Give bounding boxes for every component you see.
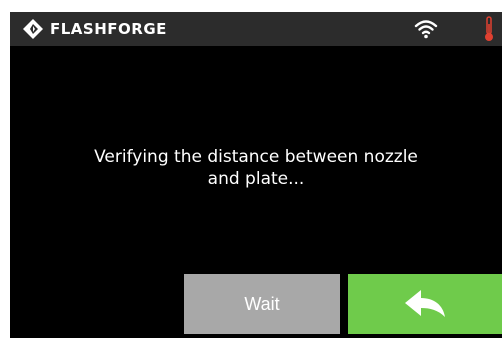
thermometer-icon (484, 16, 494, 42)
status-message: Verifying the distance between nozzle an… (94, 147, 418, 189)
flashforge-logo-icon (22, 18, 44, 40)
back-arrow-icon (403, 288, 447, 321)
printer-screen: FLASHFORGE Verifying the distance betwee… (10, 12, 502, 338)
wait-button[interactable]: Wait (184, 274, 340, 334)
back-button[interactable] (348, 274, 502, 334)
status-bar: FLASHFORGE (10, 12, 502, 46)
wifi-icon (414, 19, 438, 39)
brand-name: FLASHFORGE (50, 20, 167, 38)
